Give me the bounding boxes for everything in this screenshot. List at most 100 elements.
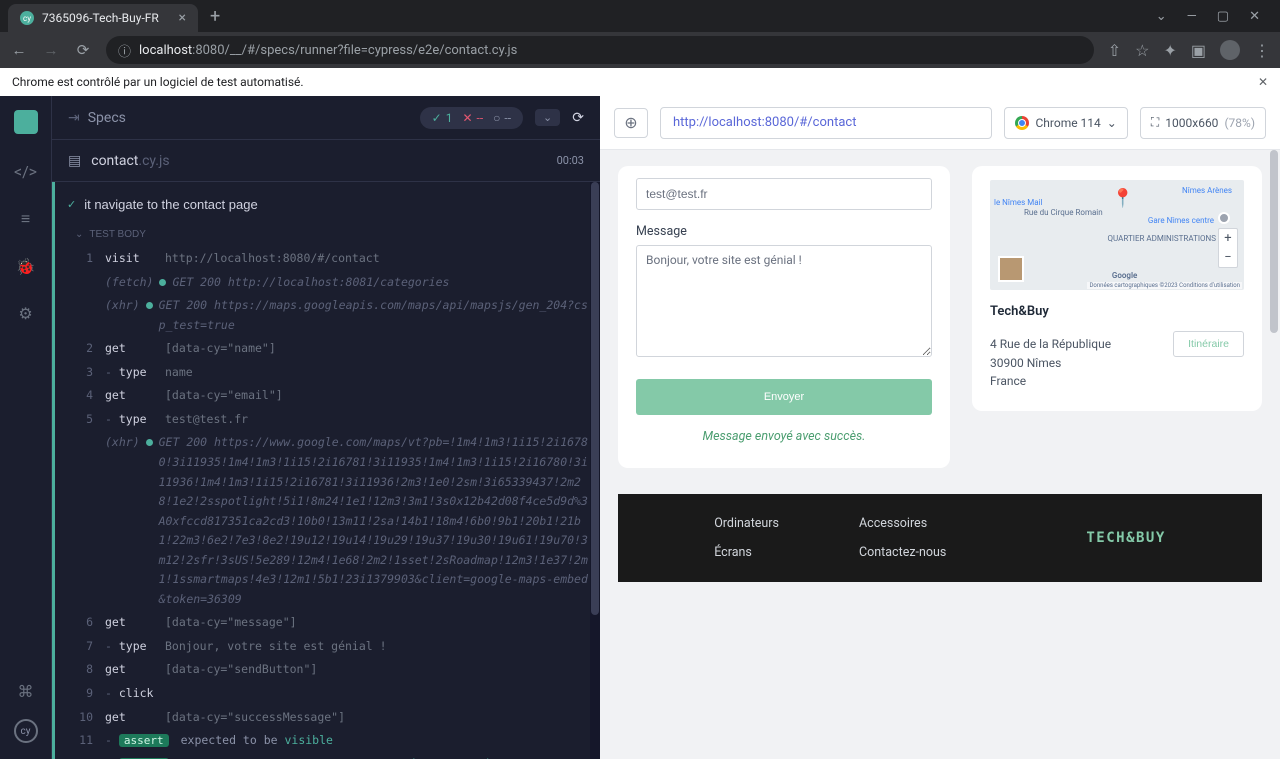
command-row[interactable]: 11assertexpected to be visible [67,729,588,753]
new-tab-button[interactable]: + [210,6,220,27]
specs-chevron-icon: ⇥ [68,110,80,126]
aut-url-display[interactable]: http://localhost:8080/#/contact [660,107,992,139]
spec-filename: contact [91,153,138,169]
command-row[interactable]: 8get[data-cy="sendButton"] [67,658,588,682]
maximize-icon[interactable]: ▢ [1217,9,1229,24]
specs-label: Specs [88,110,126,126]
address-bar: ← → ⟳ ⓘ localhost:8080/__/#/specs/runner… [0,32,1280,68]
share-icon[interactable]: ⇧ [1108,41,1121,60]
email-field[interactable] [636,178,932,210]
debug-nav-icon[interactable]: 🐞 [16,257,36,276]
tab-close-icon[interactable]: × [179,10,186,26]
success-message: Message envoyé avec succès. [636,429,932,444]
selector-playground-button[interactable]: ⊕ [614,108,648,138]
zoom-out-button[interactable]: − [1219,248,1237,267]
footer-column: Accessoires Contactez-nous [859,516,946,560]
window-close-icon[interactable]: ✕ [1249,9,1260,24]
app-under-test: Message Envoyer Message envoyé avec succ… [600,150,1280,759]
xhr-log-row[interactable]: (fetch)GET 200 http://localhost:8081/cat… [67,271,588,295]
info-icon[interactable]: ⓘ [118,41,131,60]
command-row[interactable]: 5typetest@test.fr [67,408,588,432]
command-log[interactable]: ✓ it navigate to the contact page ⌄ TEST… [52,182,600,759]
specs-nav-icon[interactable]: </> [14,162,37,181]
map-embed[interactable]: Nîmes Arènes le Nîmes Mail Gare Nîmes ce… [990,180,1244,290]
footer-brand-logo: TECH&BUY [1086,530,1165,546]
test-body-label[interactable]: ⌄ TEST BODY [67,220,588,247]
map-label: Rue du Cirque Romain [1024,208,1103,217]
chevron-down-icon[interactable]: ⌄ [1156,9,1167,24]
aut-scrollbar-thumb[interactable] [1270,150,1278,333]
reporter-scrollbar-thumb[interactable] [591,182,599,615]
settings-nav-icon[interactable]: ⚙ [18,304,32,323]
aut-viewport: Message Envoyer Message envoyé avec succ… [600,150,1280,759]
file-icon: ▤ [68,153,81,169]
browser-chrome: cy 7365096-Tech-Buy-FR × + ⌄ — ▢ ✕ ← → ⟳… [0,0,1280,96]
menu-icon[interactable]: ⋮ [1254,41,1270,60]
cypress-sidebar: </> ≡ 🐞 ⚙ ⌘ cy [0,96,52,759]
footer-link[interactable]: Écrans [714,545,779,560]
viewport-selector[interactable]: ⛶ 1000x660 (78%) [1140,107,1266,139]
url-text: localhost:8080/__/#/specs/runner?file=cy… [139,43,517,58]
directions-button[interactable]: Itinéraire [1173,331,1244,357]
shortcuts-icon[interactable]: ⌘ [18,682,34,701]
send-button[interactable]: Envoyer [636,379,932,415]
chevron-down-icon: ⌄ [75,226,83,243]
command-row[interactable]: 9click [67,682,588,706]
command-row[interactable]: 1visithttp://localhost:8080/#/contact [67,247,588,271]
aut-panel: ⊕ http://localhost:8080/#/contact Chrome… [600,96,1280,759]
message-label: Message [636,224,932,239]
stat-pending: ○ -- [493,111,511,125]
options-dropdown[interactable]: ⌄ [535,109,560,126]
footer-link[interactable]: Accessoires [859,516,946,531]
app-container: </> ≡ 🐞 ⚙ ⌘ cy ⇥ Specs ✓ 1 ✕ -- ○ -- ⌄ ⟳… [0,96,1280,759]
check-icon: ✓ [67,196,76,215]
footer-link[interactable]: Contactez-nous [859,545,946,560]
extensions-icon[interactable]: ✦ [1163,41,1176,60]
command-row[interactable]: 6get[data-cy="message"] [67,611,588,635]
panel-icon[interactable]: ▣ [1191,41,1206,60]
cypress-badge-icon[interactable]: cy [14,719,38,743]
command-row[interactable]: 3typename [67,361,588,385]
bookmark-icon[interactable]: ☆ [1135,41,1149,60]
map-pin-icon: 📍 [1112,188,1134,209]
command-row[interactable]: 10get[data-cy="successMessage"] [67,706,588,730]
command-row[interactable]: 4get[data-cy="email"] [67,384,588,408]
cypress-logo-icon[interactable] [14,110,38,134]
spec-extension: .cy.js [138,153,169,169]
test-title: it navigate to the contact page [84,194,257,216]
address-bar-icons: ⇧ ☆ ✦ ▣ ⋮ [1108,40,1270,60]
favicon-icon: cy [20,11,34,25]
runs-nav-icon[interactable]: ≡ [21,209,30,229]
google-logo: Google [1112,271,1137,280]
back-button[interactable]: ← [10,41,28,59]
url-input[interactable]: ⓘ localhost:8080/__/#/specs/runner?file=… [106,36,1094,64]
map-marker-icon [1218,212,1230,224]
rerun-button[interactable]: ⟳ [572,110,584,126]
map-layer-thumb[interactable] [998,256,1024,282]
map-label: QUARTIER ADMINISTRATIONS [1108,234,1216,243]
test-title-row[interactable]: ✓ it navigate to the contact page [67,190,588,220]
reporter-header: ⇥ Specs ✓ 1 ✕ -- ○ -- ⌄ ⟳ [52,96,600,140]
banner-close-icon[interactable]: ✕ [1258,75,1268,89]
minimize-icon[interactable]: — [1187,9,1197,24]
profile-avatar[interactable] [1220,40,1240,60]
footer-link[interactable]: Ordinateurs [714,516,779,531]
reporter-panel: ⇥ Specs ✓ 1 ✕ -- ○ -- ⌄ ⟳ ▤ contact.cy.j… [52,96,600,759]
specs-breadcrumb[interactable]: ⇥ Specs [68,110,126,126]
command-row[interactable]: 12assertexpected to contain Message envo… [67,753,588,759]
spec-file-row[interactable]: ▤ contact.cy.js 00:03 [52,140,600,182]
command-row[interactable]: 7typeBonjour, votre site est génial ! [67,635,588,659]
xhr-log-row[interactable]: (xhr)GET 200 https://www.google.com/maps… [67,431,588,611]
xhr-log-row[interactable]: (xhr)GET 200 https://maps.googleapis.com… [67,294,588,337]
company-name: Tech&Buy [990,304,1244,319]
map-card: Nîmes Arènes le Nîmes Mail Gare Nîmes ce… [972,166,1262,411]
zoom-in-button[interactable]: + [1219,229,1237,248]
command-row[interactable]: 2get[data-cy="name"] [67,337,588,361]
reload-button[interactable]: ⟳ [74,41,92,59]
browser-tab[interactable]: cy 7365096-Tech-Buy-FR × [8,4,198,32]
message-field[interactable] [636,245,932,357]
stat-failed: ✕ -- [462,111,483,125]
forward-button[interactable]: → [42,41,60,59]
map-zoom-controls[interactable]: +− [1218,228,1238,268]
browser-selector[interactable]: Chrome 114 ⌄ [1004,107,1127,139]
